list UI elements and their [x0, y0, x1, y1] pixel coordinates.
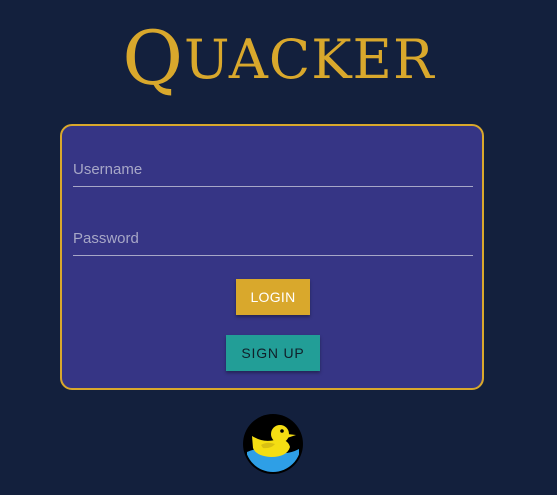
password-field — [73, 222, 473, 256]
app-logo-initial: Q — [122, 16, 185, 102]
signup-button[interactable]: SIGN UP — [226, 335, 320, 371]
username-field — [73, 153, 473, 187]
login-card: LOGIN SIGN UP — [60, 124, 484, 390]
login-button[interactable]: LOGIN — [236, 279, 310, 315]
app-logo: QUACKER — [0, 22, 557, 96]
username-input[interactable] — [73, 153, 473, 186]
app-logo-text: UACKER — [184, 28, 435, 91]
password-input[interactable] — [73, 222, 473, 255]
duck-icon — [243, 414, 303, 474]
